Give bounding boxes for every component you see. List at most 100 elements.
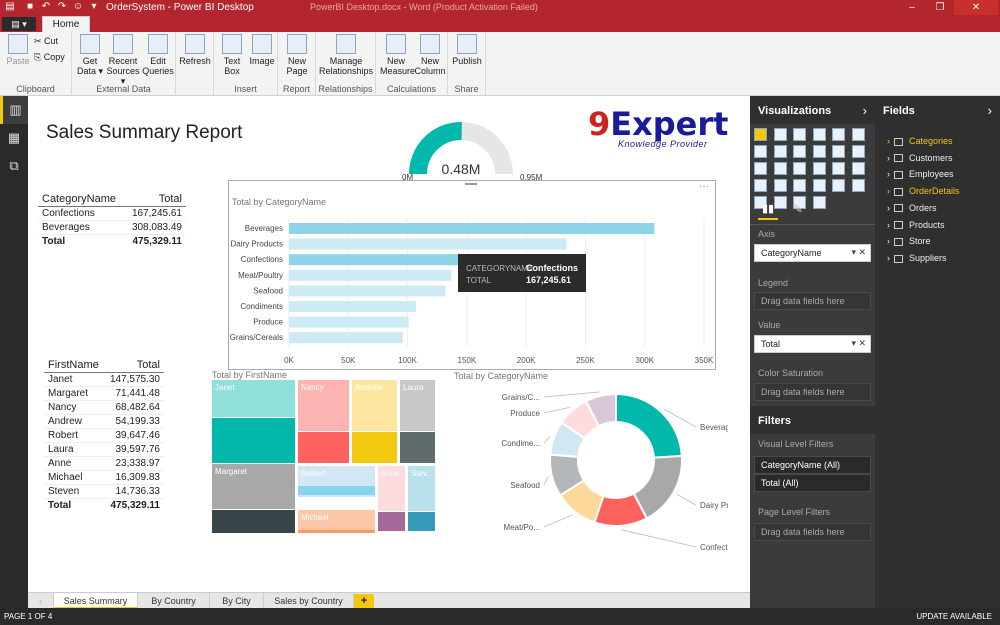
field-table-categories[interactable]: › Categories [887, 136, 953, 146]
waterfall-icon[interactable] [851, 145, 865, 158]
cut-button[interactable]: ✂ Cut [34, 36, 58, 46]
donut-slice[interactable] [615, 392, 683, 459]
firstname-table[interactable]: FirstName Total Janet 147,575.30 Margaret 71… [44, 358, 164, 512]
maximize-button[interactable]: ❐ [926, 0, 954, 15]
field-table-customers[interactable]: › Customers [887, 153, 953, 163]
100-bar-icon[interactable] [832, 128, 845, 141]
column-header[interactable]: Total [124, 192, 186, 207]
text-box-button[interactable]: Text Box [218, 34, 246, 76]
column-header[interactable]: Total [104, 358, 164, 373]
value-well[interactable]: Total ▾ ✕ [754, 335, 871, 353]
relationships-view-icon[interactable]: ⧉ [0, 152, 28, 180]
bar[interactable] [289, 223, 655, 234]
expand-icon[interactable]: › [887, 236, 890, 246]
slicer-icon[interactable] [851, 179, 865, 192]
tab-by-city[interactable]: By City [210, 593, 264, 609]
paste-button[interactable]: Paste [4, 34, 32, 66]
manage-relationships-button[interactable]: Manage Relationships [318, 34, 374, 76]
area-icon[interactable] [773, 145, 787, 158]
expand-icon[interactable]: › [887, 186, 890, 196]
field-table-products[interactable]: › Products [887, 220, 945, 230]
multirow-card-icon[interactable] [812, 179, 826, 192]
field-table-orderdetails[interactable]: › OrderDetails [887, 186, 960, 196]
close-button[interactable]: ✕ [954, 0, 998, 15]
expand-icon[interactable]: › [887, 220, 890, 230]
customize-icon[interactable]: ▾ [88, 1, 100, 13]
stacked-column-icon[interactable] [773, 128, 787, 141]
expand-icon[interactable]: › [887, 253, 890, 263]
new-page-button[interactable]: New Page [280, 34, 314, 76]
treemap-icon[interactable] [812, 162, 826, 175]
scroll-left-icon[interactable]: ‹ [28, 593, 54, 609]
report-title[interactable]: Sales Summary Report [46, 122, 242, 144]
custom-icon[interactable] [812, 196, 826, 209]
treemap-tile[interactable] [400, 432, 435, 463]
map-icon[interactable] [832, 162, 845, 175]
treemap-visual[interactable]: Janet Margaret Nancy Andrew Laura Robert Micha… [212, 380, 436, 536]
tab-by-country[interactable]: By Country [138, 593, 210, 609]
new-measure-button[interactable]: New Measure [380, 34, 415, 76]
get-data-button[interactable]: Get Data ▾ [76, 34, 104, 76]
save-icon[interactable]: ■ [24, 1, 36, 13]
report-view-icon[interactable]: ▥ [0, 96, 28, 124]
treemap-tile[interactable] [298, 486, 375, 495]
treemap-tile[interactable] [298, 530, 375, 533]
expand-icon[interactable]: › [887, 153, 890, 163]
line-column-2-icon[interactable] [832, 145, 845, 158]
field-table-store[interactable]: › Store [887, 236, 931, 246]
collapse-icon[interactable]: › [988, 103, 992, 118]
image-button[interactable]: Image [248, 34, 276, 66]
field-table-employees[interactable]: › Employees [887, 169, 954, 179]
field-table-suppliers[interactable]: › Suppliers [887, 253, 947, 263]
copy-button[interactable]: ⎘ Copy [34, 52, 65, 62]
expand-icon[interactable]: › [887, 203, 890, 213]
clustered-bar-icon[interactable] [793, 128, 806, 141]
app-icon[interactable]: ▤ [4, 1, 16, 13]
bar[interactable] [289, 269, 452, 281]
data-view-icon[interactable]: ▦ [0, 124, 28, 152]
column-header[interactable]: FirstName [44, 358, 105, 373]
treemap-tile[interactable] [352, 432, 397, 463]
scatter-icon[interactable] [754, 162, 767, 175]
category-table[interactable]: CategoryName Total Confections 167,245.61 … [38, 192, 186, 248]
filter-total[interactable]: Total (All) [754, 474, 871, 492]
file-menu-button[interactable]: ▤ ▾ [2, 17, 36, 31]
column-header[interactable]: CategoryName [38, 192, 125, 207]
expand-icon[interactable]: › [887, 136, 890, 146]
expand-icon[interactable]: › [887, 169, 890, 179]
treemap-tile[interactable] [298, 432, 349, 463]
smile-icon[interactable]: ☺ [72, 1, 84, 13]
line-icon[interactable] [754, 145, 767, 158]
update-available[interactable]: UPDATE AVAILABLE [916, 612, 992, 621]
bar[interactable] [289, 238, 567, 250]
treemap-tile[interactable] [378, 512, 405, 531]
tab-home[interactable]: Home [42, 16, 90, 32]
undo-icon[interactable]: ↶ [40, 1, 52, 13]
treemap-tile[interactable] [408, 512, 435, 531]
publish-button[interactable]: Publish [450, 34, 484, 66]
tab-sales-summary[interactable]: Sales Summary [54, 593, 138, 609]
color-saturation-well[interactable]: Drag data fields here [754, 383, 871, 401]
bar[interactable] [289, 301, 416, 312]
tab-sales-by-country[interactable]: Sales by Country [264, 593, 354, 609]
donut-visual[interactable]: Beverag... Dairy Pr... Confecti... Meat/Po.… [448, 380, 728, 560]
axis-well[interactable]: CategoryName ▾ ✕ [754, 244, 871, 262]
filter-categoryname[interactable]: CategoryName (All) [754, 456, 871, 474]
treemap-tile[interactable] [212, 418, 295, 463]
filled-map-icon[interactable] [851, 162, 865, 175]
minimize-button[interactable]: – [898, 0, 926, 15]
refresh-button[interactable]: Refresh [178, 34, 212, 66]
clustered-column-icon[interactable] [812, 128, 826, 141]
stacked-bar-icon[interactable] [754, 128, 767, 141]
stacked-area-icon[interactable] [793, 145, 806, 158]
bar[interactable] [289, 332, 403, 344]
legend-well[interactable]: Drag data fields here [754, 292, 871, 310]
new-column-button[interactable]: New Column [414, 34, 446, 76]
fields-tab-icon[interactable]: ▮▮ [758, 202, 778, 220]
field-table-orders[interactable]: › Orders [887, 203, 937, 213]
treemap-tile[interactable] [212, 510, 295, 533]
remove-icon[interactable]: ▾ ✕ [851, 247, 866, 258]
edit-queries-button[interactable]: Edit Queries [142, 34, 174, 76]
bar[interactable] [289, 285, 446, 297]
pie-icon[interactable] [773, 162, 787, 175]
